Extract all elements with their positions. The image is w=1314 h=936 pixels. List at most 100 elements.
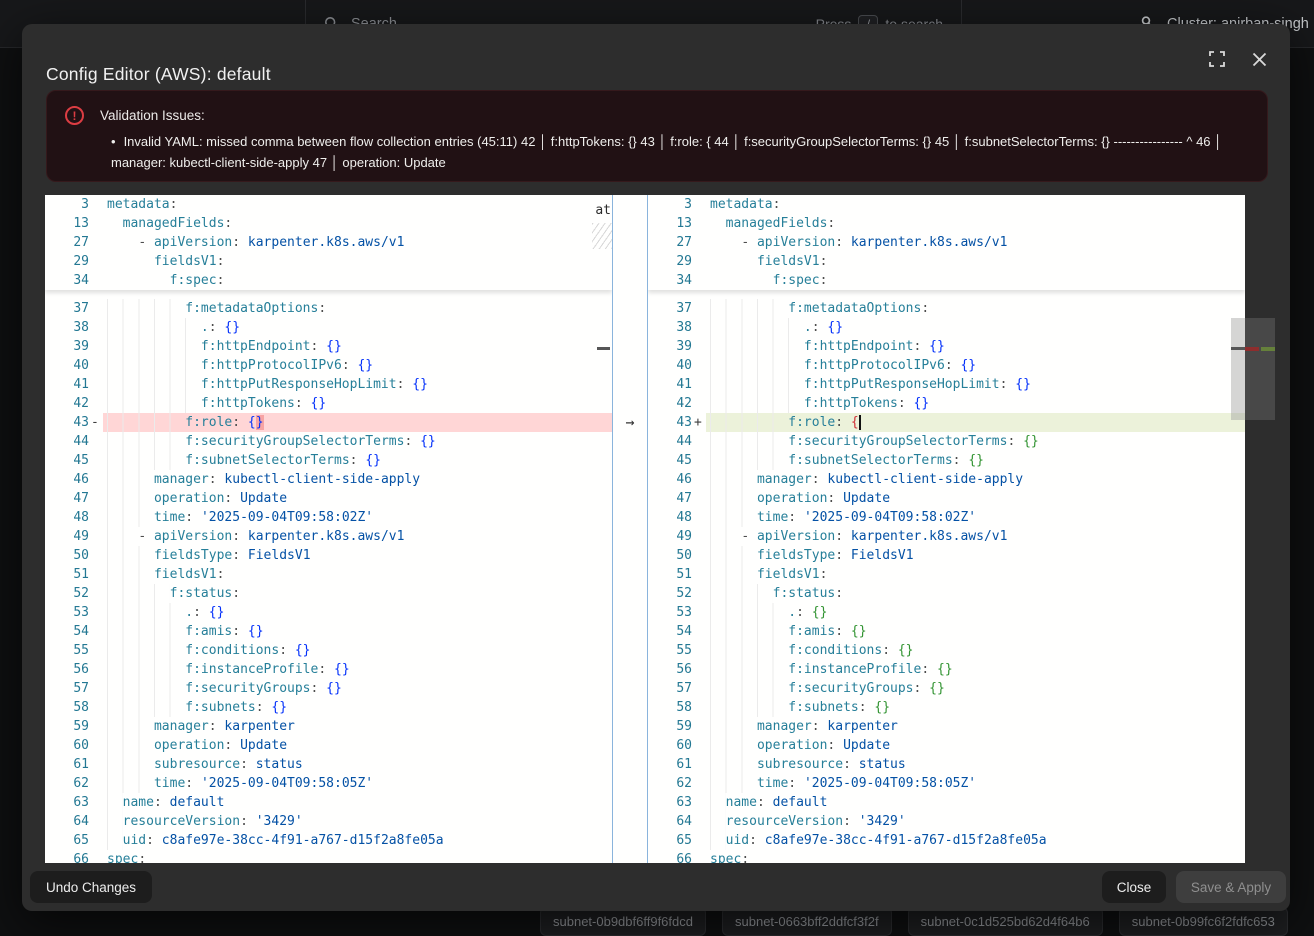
code-line: 59 manager: karpenter: [45, 717, 612, 736]
line-number: 54: [648, 622, 692, 641]
diff-sign: [89, 527, 103, 546]
line-number: 56: [648, 660, 692, 679]
line-number: 43: [648, 413, 692, 432]
line-number: 13: [45, 214, 89, 233]
diff-sign: [89, 679, 103, 698]
subnet-chip[interactable]: subnet-0c1d525bd62d4f64b6: [908, 907, 1103, 936]
diff-sign: [692, 271, 706, 290]
diff-sign: [89, 622, 103, 641]
code-line: 57 f:securityGroups: {}: [45, 679, 612, 698]
code-line: 39 f:httpEndpoint: {}: [45, 337, 612, 356]
diff-sign: [692, 641, 706, 660]
diff-sign: [89, 489, 103, 508]
subnet-chip[interactable]: subnet-0b99fc6f2fdfc653: [1119, 907, 1288, 936]
line-number: 13: [648, 214, 692, 233]
line-number: 57: [648, 679, 692, 698]
diff-sign: [692, 375, 706, 394]
code-line: 58 f:subnets: {}: [648, 698, 1245, 717]
diff-sign: [692, 470, 706, 489]
line-number: 65: [45, 831, 89, 850]
line-number: 47: [648, 489, 692, 508]
code-line: 41 f:httpPutResponseHopLimit: {}: [648, 375, 1245, 394]
diff-sign: [89, 565, 103, 584]
diff-sign: [89, 793, 103, 812]
code-line: 37 f:metadataOptions:: [648, 299, 1245, 318]
line-number: 60: [45, 736, 89, 755]
diff-sign: [692, 603, 706, 622]
diff-sign: [89, 451, 103, 470]
diff-sign: [89, 470, 103, 489]
diff-sign: [692, 755, 706, 774]
close-button[interactable]: Close: [1102, 871, 1166, 903]
code-line: 65 uid: c8afe97e-38cc-4f91-a767-d15f2a8f…: [45, 831, 612, 850]
line-number: 38: [648, 318, 692, 337]
line-number: 41: [648, 375, 692, 394]
line-number: 49: [45, 527, 89, 546]
diff-sign: [89, 546, 103, 565]
line-number: 37: [648, 299, 692, 318]
code-line: 51 fieldsV1:: [45, 565, 612, 584]
line-number: 49: [648, 527, 692, 546]
line-number: 44: [648, 432, 692, 451]
original-pane[interactable]: 3metadata:13 managedFields:27 - apiVersi…: [45, 195, 612, 863]
line-number: 41: [45, 375, 89, 394]
diff-overview-ruler[interactable]: [1245, 195, 1275, 863]
overview-slider[interactable]: [1245, 318, 1275, 420]
diff-sign: [692, 850, 706, 863]
line-number: 29: [648, 252, 692, 271]
diff-sign: [692, 546, 706, 565]
modified-pane[interactable]: 3metadata:13 managedFields:27 - apiVersi…: [648, 195, 1245, 863]
vertical-scrollbar[interactable]: [1231, 318, 1245, 420]
diff-sign: [89, 432, 103, 451]
line-number: 48: [45, 508, 89, 527]
code-line: 64 resourceVersion: '3429': [648, 812, 1245, 831]
line-number: 64: [648, 812, 692, 831]
diff-sign: [89, 375, 103, 394]
validation-message: •Invalid YAML: missed comma between flow…: [111, 131, 1251, 173]
diff-gutter: →: [612, 195, 648, 863]
diff-sign: [89, 603, 103, 622]
subnet-chip[interactable]: subnet-0b9dbf6ff9f6fdcd: [540, 907, 706, 936]
config-editor-dialog: Config Editor (AWS): default ! Validatio…: [22, 24, 1290, 911]
code-line: 27 - apiVersion: karpenter.k8s.aws/v1: [45, 233, 612, 252]
line-number: 42: [45, 394, 89, 413]
line-number: 42: [648, 394, 692, 413]
line-number: 44: [45, 432, 89, 451]
validation-heading: Validation Issues:: [100, 108, 205, 123]
diff-sign: [89, 660, 103, 679]
fullscreen-button[interactable]: [1202, 44, 1232, 74]
code-line: 63 name: default: [45, 793, 612, 812]
undo-changes-button[interactable]: Undo Changes: [30, 871, 152, 903]
code-line: 46 manager: kubectl-client-side-apply: [45, 470, 612, 489]
code-line: 3metadata:: [648, 195, 1245, 214]
code-line: 61 subresource: status: [648, 755, 1245, 774]
code-line: 60 operation: Update: [648, 736, 1245, 755]
code-line: 47 operation: Update: [648, 489, 1245, 508]
code-line: 58 f:subnets: {}: [45, 698, 612, 717]
line-number: 29: [45, 252, 89, 271]
line-number: 61: [648, 755, 692, 774]
line-number: 51: [648, 565, 692, 584]
text-cursor: [859, 415, 861, 430]
diff-sign: [89, 755, 103, 774]
diff-sign: [89, 337, 103, 356]
diff-sign: [89, 214, 103, 233]
subnet-chip-row: subnet-0b9dbf6ff9f6fdcd subnet-0663bff2dd…: [540, 907, 1288, 936]
code-line: 44 f:securityGroupSelectorTerms: {}: [45, 432, 612, 451]
sticky-scroll-right: 3metadata:13 managedFields:27 - apiVersi…: [648, 195, 1245, 290]
diff-sign: [89, 271, 103, 290]
code-line: 59 manager: karpenter: [648, 717, 1245, 736]
diff-sign: [692, 622, 706, 641]
line-number: 47: [45, 489, 89, 508]
diff-sign: [89, 850, 103, 863]
line-number: 27: [648, 233, 692, 252]
close-icon[interactable]: [1244, 44, 1274, 74]
line-number: 66: [648, 850, 692, 863]
diff-sign: [692, 214, 706, 233]
diff-sign: [692, 527, 706, 546]
subnet-chip[interactable]: subnet-0663bff2ddfcf3f2f: [722, 907, 892, 936]
save-apply-button[interactable]: Save & Apply: [1176, 871, 1286, 903]
revert-arrow-icon[interactable]: →: [613, 413, 647, 432]
line-number: 55: [648, 641, 692, 660]
right-overview-marker: [1231, 347, 1245, 350]
